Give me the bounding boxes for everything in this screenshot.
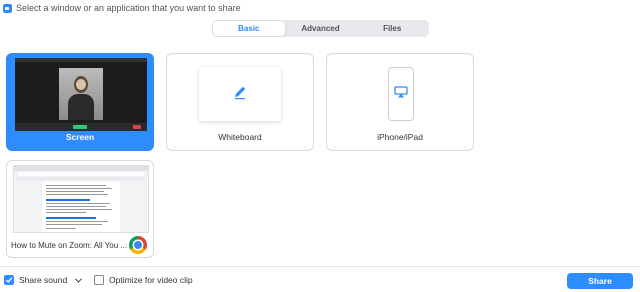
airplay-icon xyxy=(394,85,408,103)
share-source-screen[interactable]: Screen xyxy=(6,53,154,151)
source-tabs: Basic Advanced Files xyxy=(212,20,429,37)
screen-label: Screen xyxy=(65,131,95,142)
whiteboard-preview xyxy=(199,67,281,121)
tab-advanced[interactable]: Advanced xyxy=(285,21,357,36)
pencil-icon xyxy=(232,84,248,105)
tab-files[interactable]: Files xyxy=(356,21,428,36)
optimize-video-option[interactable]: Optimize for video clip xyxy=(94,275,193,285)
chevron-down-icon[interactable] xyxy=(75,277,83,284)
share-sound-checkbox[interactable] xyxy=(4,275,14,285)
footer-divider xyxy=(0,266,640,267)
share-button[interactable]: Share xyxy=(567,273,633,289)
optimize-video-checkbox[interactable] xyxy=(94,275,104,285)
chrome-icon xyxy=(129,236,147,254)
checkmark-icon xyxy=(5,277,13,283)
share-source-whiteboard[interactable]: Whiteboard xyxy=(166,53,314,151)
screen-preview xyxy=(15,58,147,131)
share-source-chrome-window[interactable]: How to Mute on Zoom: All You ... xyxy=(6,160,154,258)
zoom-icon xyxy=(3,3,12,13)
share-sound-option[interactable]: Share sound xyxy=(4,275,83,285)
tab-basic[interactable]: Basic xyxy=(213,21,285,36)
share-source-iphone-ipad[interactable]: iPhone/iPad xyxy=(326,53,474,151)
iphone-label: iPhone/iPad xyxy=(377,131,423,142)
window-titlebar: Select a window or an application that y… xyxy=(0,0,640,16)
chrome-window-preview xyxy=(13,165,149,233)
window-title: Select a window or an application that y… xyxy=(16,3,241,13)
optimize-video-label: Optimize for video clip xyxy=(109,275,193,285)
whiteboard-label: Whiteboard xyxy=(218,131,262,142)
share-sound-label: Share sound xyxy=(19,275,68,285)
phone-preview xyxy=(388,67,414,121)
